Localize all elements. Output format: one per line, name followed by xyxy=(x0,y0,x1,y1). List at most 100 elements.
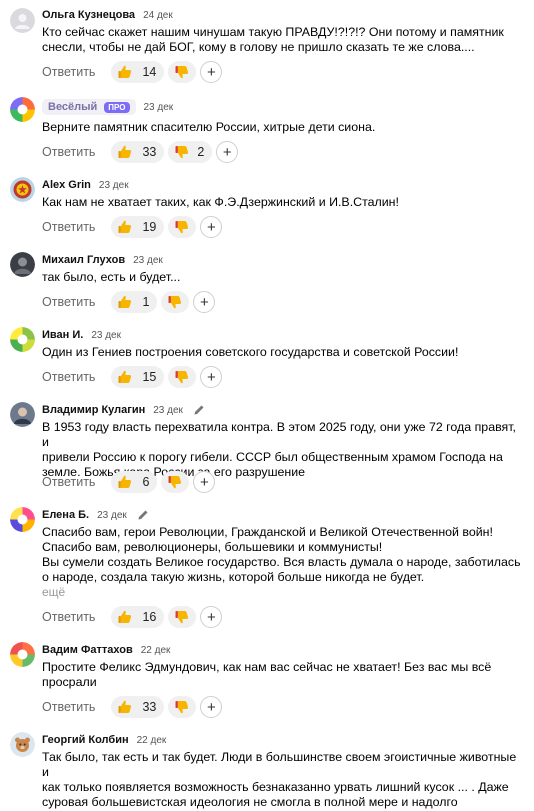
thumbs-down-icon xyxy=(174,219,190,235)
reply-button[interactable]: Ответить xyxy=(42,295,95,309)
like-button[interactable]: 6 xyxy=(111,471,158,493)
like-button[interactable]: 1 xyxy=(111,291,158,313)
comment-date: 22 дек xyxy=(140,644,171,656)
comment-text: Один из Гениев построения советского гос… xyxy=(42,345,459,359)
author-name[interactable]: Владимир Кулагин xyxy=(42,404,145,416)
reply-button[interactable]: Ответить xyxy=(42,700,95,714)
add-reaction-button[interactable]: + xyxy=(216,141,239,163)
comment-date: 23 дек xyxy=(91,329,121,341)
comment-text: Спасибо вам, герои Революции, Гражданско… xyxy=(42,525,521,584)
add-reaction-button[interactable]: + xyxy=(200,61,223,83)
reply-button[interactable]: Ответить xyxy=(42,610,95,624)
like-count: 16 xyxy=(142,610,157,624)
thumbs-up-icon xyxy=(117,609,133,625)
thumbs-down-icon xyxy=(174,609,190,625)
thumbs-up-icon xyxy=(117,369,133,385)
like-count: 14 xyxy=(142,65,157,79)
add-reaction-button[interactable]: + xyxy=(193,291,216,313)
author-name[interactable]: Иван И. xyxy=(42,329,83,341)
dislike-button[interactable] xyxy=(161,291,190,313)
avatar[interactable] xyxy=(10,177,35,202)
dislike-button[interactable] xyxy=(168,216,197,238)
comment-date: 22 дек xyxy=(136,734,167,746)
like-count: 6 xyxy=(142,475,150,489)
dislike-button[interactable] xyxy=(161,471,190,493)
reply-button[interactable]: Ответить xyxy=(42,65,95,79)
author-name[interactable]: Михаил Глухов xyxy=(42,254,125,266)
comment-header: Alex Grin 23 дек xyxy=(42,177,129,193)
avatar[interactable] xyxy=(10,402,35,427)
like-button[interactable]: 16 xyxy=(111,606,165,628)
comment-actions: Ответить 14 + xyxy=(42,61,223,83)
author-name[interactable]: Георгий Колбин xyxy=(42,734,129,746)
dislike-button[interactable] xyxy=(168,606,197,628)
comment-header: Иван И. 23 дек xyxy=(42,327,121,343)
thumbs-down-icon xyxy=(174,699,190,715)
comment-text: Как нам не хватает таких, как Ф.Э.Дзержи… xyxy=(42,195,399,209)
thumbs-up-icon xyxy=(117,474,133,490)
add-reaction-button[interactable]: + xyxy=(200,606,223,628)
add-reaction-button[interactable]: + xyxy=(193,471,216,493)
thumbs-down-icon xyxy=(174,144,190,160)
reply-button[interactable]: Ответить xyxy=(42,370,95,384)
author-badge[interactable]: Весёлый ПРО xyxy=(42,99,136,115)
comment-actions: Ответить 16 + xyxy=(42,606,223,628)
add-reaction-button[interactable]: + xyxy=(200,366,223,388)
comment-actions: Ответить 6 + xyxy=(42,471,216,493)
thumbs-down-icon xyxy=(167,474,183,490)
like-button[interactable]: 15 xyxy=(111,366,165,388)
show-more-link[interactable]: ещё xyxy=(42,585,65,599)
avatar[interactable] xyxy=(10,327,35,352)
avatar[interactable] xyxy=(10,97,35,122)
dislike-button[interactable] xyxy=(168,366,197,388)
add-reaction-button[interactable]: + xyxy=(200,216,223,238)
avatar[interactable] xyxy=(10,642,35,667)
author-name[interactable]: Alex Grin xyxy=(42,179,91,191)
edit-pencil-icon xyxy=(194,405,204,415)
thumbs-up-icon xyxy=(117,144,133,160)
dislike-button[interactable]: 2 xyxy=(168,141,213,163)
thumbs-down-icon xyxy=(174,64,190,80)
like-count: 1 xyxy=(142,295,150,309)
like-count: 33 xyxy=(142,700,157,714)
author-name[interactable]: Елена Б. xyxy=(42,509,89,521)
dislike-button[interactable] xyxy=(168,61,197,83)
comment-actions: Ответить 15 + xyxy=(42,366,223,388)
author-name: Весёлый xyxy=(48,101,98,113)
like-button[interactable]: 33 xyxy=(111,696,165,718)
add-reaction-button[interactable]: + xyxy=(200,696,223,718)
avatar[interactable] xyxy=(10,252,35,277)
comment-header: Вадим Фаттахов 22 дек xyxy=(42,642,170,658)
comment-date: 23 дек xyxy=(143,101,174,113)
avatar[interactable] xyxy=(10,8,35,33)
reply-button[interactable]: Ответить xyxy=(42,475,95,489)
comment-header: Михаил Глухов 23 дек xyxy=(42,252,163,268)
like-button[interactable]: 14 xyxy=(111,61,165,83)
like-count: 15 xyxy=(142,370,157,384)
comment-header: Георгий Колбин 22 дек xyxy=(42,732,166,748)
comment-actions: Ответить 1 + xyxy=(42,291,216,313)
reply-button[interactable]: Ответить xyxy=(42,220,95,234)
author-name[interactable]: Ольга Кузнецова xyxy=(42,9,135,21)
comment-header: Весёлый ПРО 23 дек xyxy=(42,99,173,115)
avatar[interactable] xyxy=(10,507,35,532)
comment-text: Так было, так есть и так будет. Люди в б… xyxy=(42,750,517,811)
comment-text: Кто сейчас скажет нашим чинушам такую ПР… xyxy=(42,25,504,54)
comment-date: 23 дек xyxy=(97,509,127,521)
dislike-button[interactable] xyxy=(168,696,197,718)
comment-date: 23 дек xyxy=(153,404,183,416)
comment-actions: Ответить 33 + xyxy=(42,696,223,718)
avatar[interactable] xyxy=(10,732,35,757)
like-button[interactable]: 33 xyxy=(111,141,165,163)
like-button[interactable]: 19 xyxy=(111,216,165,238)
thumbs-up-icon xyxy=(117,64,133,80)
like-count: 19 xyxy=(142,220,157,234)
author-name[interactable]: Вадим Фаттахов xyxy=(42,644,133,656)
thumbs-up-icon xyxy=(117,294,133,310)
reply-button[interactable]: Ответить xyxy=(42,145,95,159)
edit-pencil-icon xyxy=(138,510,148,520)
comment-text: Верните памятник спасителю России, хитры… xyxy=(42,120,376,134)
comment-date: 23 дек xyxy=(98,179,129,191)
comment-header: Елена Б. 23 дек xyxy=(42,507,149,523)
comment-actions: Ответить 19 + xyxy=(42,216,223,238)
